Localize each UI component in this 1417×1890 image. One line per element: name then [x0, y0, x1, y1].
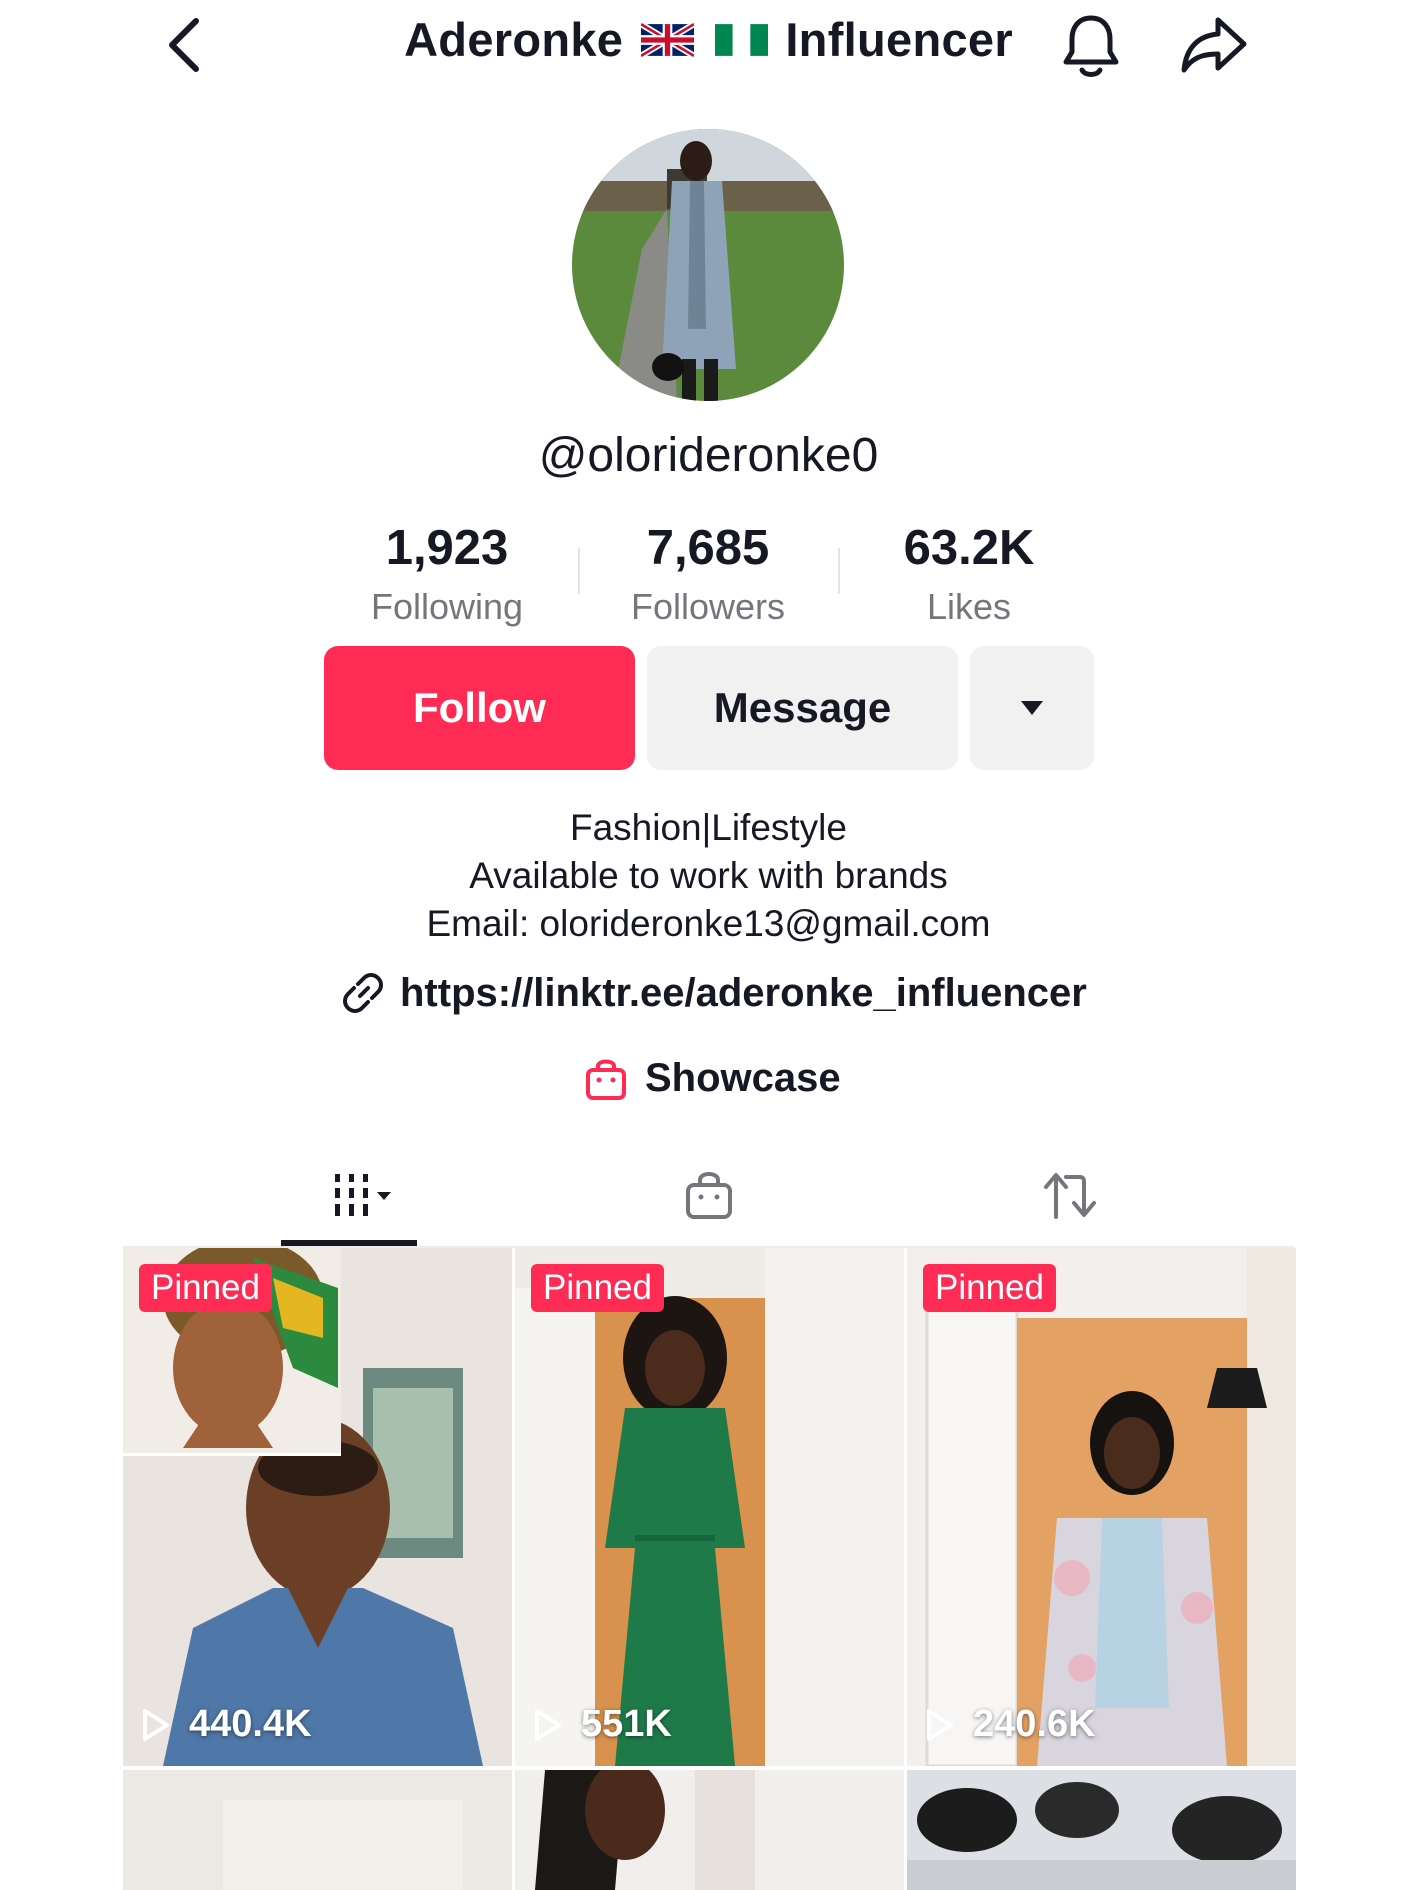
back-button[interactable] [160, 15, 210, 75]
pinned-badge: Pinned [139, 1264, 272, 1312]
notification-bell-button[interactable] [1058, 12, 1124, 80]
shop-bag-icon [686, 1172, 732, 1219]
follow-button[interactable]: Follow [324, 646, 635, 770]
pinned-badge: Pinned [923, 1264, 1056, 1312]
username: @olorideronke0 [538, 429, 879, 482]
stat-divider [578, 548, 580, 594]
stat-followers[interactable]: 7,685 Followers [608, 520, 808, 628]
reposts-icon [1044, 1173, 1096, 1219]
view-count: 240.6K [925, 1703, 1096, 1746]
profile-display-name: Aderonke Influencer [300, 12, 1117, 67]
play-outline-icon [535, 1708, 561, 1741]
bio-link-text: https://linktr.ee/aderonke_influencer [400, 970, 1087, 1015]
pinned-badge: Pinned [531, 1264, 664, 1312]
video-thumbnail-image [123, 1770, 512, 1890]
video-thumbnail-image [515, 1248, 904, 1766]
video-thumbnail-image [907, 1770, 1296, 1890]
tab-shop[interactable] [641, 1150, 777, 1240]
videos-grid-icon [335, 1174, 391, 1216]
view-count-text: 440.4K [189, 1703, 312, 1745]
showcase-label: Showcase [645, 1055, 841, 1100]
play-outline-icon [927, 1708, 953, 1741]
bio-link[interactable]: https://linktr.ee/aderonke_influencer [340, 963, 1087, 1023]
message-button[interactable]: Message [647, 646, 958, 770]
chevron-left-icon [169, 18, 199, 72]
likes-label: Likes [926, 586, 1012, 627]
share-arrow-icon [1181, 17, 1247, 73]
stat-following[interactable]: 1,923 Following [347, 520, 547, 628]
followers-label: Followers [630, 586, 786, 627]
more-options-button[interactable] [970, 646, 1094, 770]
nigeria-flag-icon [714, 23, 768, 56]
view-count: 440.4K [141, 1703, 312, 1746]
bell-icon [1063, 15, 1119, 77]
video-thumbnail[interactable]: Pinned 551K [515, 1248, 904, 1766]
video-thumbnail-image [123, 1248, 512, 1766]
video-thumbnail-image [907, 1248, 1296, 1766]
likes-count: 63.2K [903, 521, 1035, 575]
tab-videos[interactable] [281, 1150, 417, 1240]
showcase-link[interactable]: Showcase [585, 1048, 841, 1108]
video-thumbnail[interactable]: Pinned 240.6K [907, 1248, 1296, 1766]
video-thumbnail[interactable] [907, 1770, 1296, 1890]
link-icon [343, 973, 383, 1013]
video-thumbnail-image [515, 1770, 904, 1890]
bio-line: Available to work with brands [469, 855, 948, 896]
view-count: 551K [533, 1703, 672, 1746]
avatar-photo [572, 129, 844, 401]
uk-flag-icon [640, 21, 694, 58]
followers-count: 7,685 [646, 521, 770, 575]
tab-reposts[interactable] [1002, 1150, 1138, 1240]
video-thumbnail[interactable] [515, 1770, 904, 1890]
video-thumbnail[interactable]: Pinned 440.4K [123, 1248, 512, 1766]
bio-line: Email: olorideronke13@gmail.com [426, 903, 991, 944]
display-name-part2: Influencer [785, 13, 1013, 66]
stat-divider [838, 548, 840, 594]
video-thumbnail[interactable] [123, 1770, 512, 1890]
shopping-bag-icon [586, 1059, 626, 1100]
bio-line: Fashion|Lifestyle [570, 807, 847, 848]
following-label: Following [370, 586, 524, 627]
caret-down-icon [1021, 701, 1043, 715]
share-button[interactable] [1178, 14, 1250, 78]
stat-likes: 63.2K Likes [869, 520, 1069, 628]
profile-avatar[interactable] [572, 129, 844, 401]
following-count: 1,923 [385, 521, 509, 575]
display-name-part1: Aderonke [404, 13, 624, 66]
view-count-text: 240.6K [973, 1703, 1096, 1745]
view-count-text: 551K [581, 1703, 672, 1745]
play-outline-icon [143, 1708, 169, 1741]
